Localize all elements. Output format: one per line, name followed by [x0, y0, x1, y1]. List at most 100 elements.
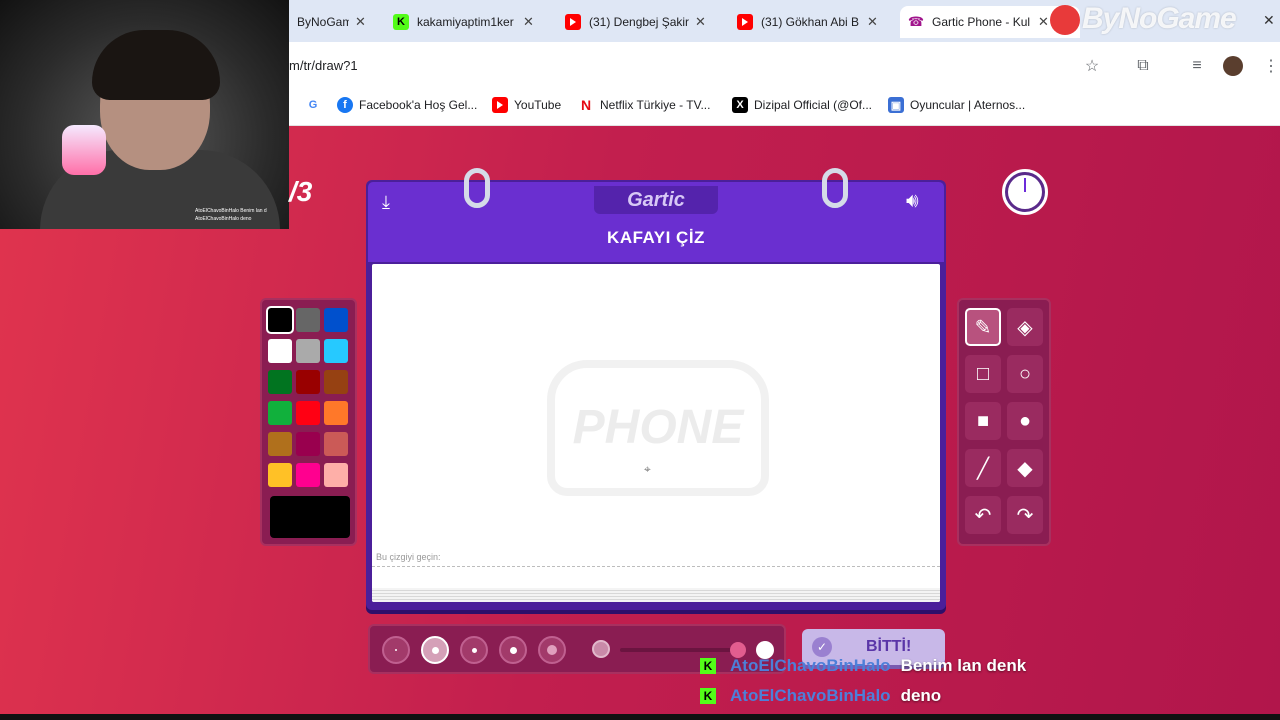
color-swatch[interactable]	[268, 463, 292, 487]
circle-fill-icon[interactable]: ●	[1007, 402, 1043, 440]
address-bar: m/tr/draw?1 ☆ ⧉ ≡ ⋮	[289, 42, 1280, 88]
color-palette	[260, 298, 357, 546]
color-swatch[interactable]	[324, 339, 348, 363]
bookmark-google[interactable]: G	[305, 97, 327, 113]
extensions-icon[interactable]: ⧉	[1133, 56, 1153, 76]
close-icon[interactable]: ✕	[867, 14, 878, 30]
timer	[1002, 169, 1048, 215]
bookmark-youtube[interactable]: YouTube	[492, 97, 561, 113]
google-icon: G	[308, 99, 318, 111]
color-swatch[interactable]	[324, 432, 348, 456]
microphone-icon	[62, 125, 106, 175]
color-swatch[interactable]	[296, 339, 320, 363]
page-edge	[372, 588, 940, 602]
bookmark-facebook[interactable]: f Facebook'a Hoş Gel...	[337, 97, 477, 113]
color-swatch[interactable]	[266, 306, 294, 334]
tab-label: ByNoGam	[297, 15, 349, 29]
tab-youtube-2[interactable]: (31) Gökhan Abi B ✕	[729, 6, 886, 38]
color-swatch[interactable]	[296, 308, 320, 332]
webcam-chat-line: AtoElChavoBinHalo Benim lan d	[195, 208, 267, 214]
streamer-hair	[92, 30, 220, 100]
chat-message: K AtoElChavoBinHalo deno	[700, 686, 941, 706]
color-swatch[interactable]	[296, 401, 320, 425]
tab-youtube-1[interactable]: (31) Dengbej Şakir ✕	[557, 6, 714, 38]
color-swatch[interactable]	[324, 463, 348, 487]
volume-icon[interactable]: 🔊︎	[906, 190, 919, 213]
color-swatch[interactable]	[268, 432, 292, 456]
color-swatch[interactable]	[324, 308, 348, 332]
color-swatch[interactable]	[268, 401, 292, 425]
square-fill-icon[interactable]: ■	[965, 402, 1001, 440]
bynogame-watermark: ByNoGame	[1050, 2, 1237, 36]
brush-size-2[interactable]	[421, 636, 449, 664]
square-outline-icon[interactable]: □	[965, 355, 1001, 393]
youtube-icon	[737, 14, 753, 30]
color-swatch[interactable]	[268, 339, 292, 363]
tab-label: Gartic Phone - Kul	[932, 15, 1031, 29]
close-icon[interactable]: ✕	[695, 14, 706, 30]
chat-text: deno	[900, 686, 942, 705]
brush-size-1[interactable]	[382, 636, 410, 664]
bookmarks-bar: G f Facebook'a Hoş Gel... YouTube N Netf…	[289, 88, 1280, 126]
webcam-chat-line: AtoElChavoBinHalo deno	[195, 216, 252, 222]
bookmark-label: Netflix Türkiye - TV...	[600, 98, 711, 112]
tab-label: (31) Dengbej Şakir	[589, 15, 689, 29]
brush-size-3[interactable]	[460, 636, 488, 664]
tab-label: kakamiyaptim1ker	[417, 15, 514, 29]
webcam-overlay: AtoElChavoBinHalo Benim lan d AtoElChavo…	[0, 0, 289, 229]
bookmark-dizipal[interactable]: X Dizipal Official (@Of...	[732, 97, 872, 113]
chat-text: Benim lan denk	[900, 656, 1027, 675]
pencil-icon[interactable]: ✎	[965, 308, 1001, 346]
url-text[interactable]: m/tr/draw?1	[289, 58, 358, 73]
clock-icon	[1008, 175, 1042, 209]
color-swatch[interactable]	[296, 370, 320, 394]
x-icon: X	[732, 97, 748, 113]
undo-icon[interactable]: ↶	[965, 496, 1001, 534]
avatar[interactable]	[1223, 56, 1243, 76]
bucket-icon[interactable]: ◆	[1007, 449, 1043, 487]
close-icon[interactable]: ✕	[355, 14, 366, 30]
check-icon: ✓	[812, 637, 832, 657]
close-icon[interactable]: ✕	[523, 14, 534, 30]
redo-icon[interactable]: ↷	[1007, 496, 1043, 534]
youtube-icon	[492, 97, 508, 113]
gartic-phone-watermark: PHONE	[547, 360, 769, 496]
color-swatch[interactable]	[268, 370, 292, 394]
bynogame-logo-icon	[1050, 5, 1080, 36]
eraser-icon[interactable]: ◈	[1007, 308, 1043, 346]
tab-kick[interactable]: K kakamiyaptim1ker ✕	[385, 6, 542, 38]
webcam-chat: AtoElChavoBinHalo Benim lan d AtoElChavo…	[195, 207, 267, 223]
color-swatch[interactable]	[324, 370, 348, 394]
bookmark-label: Oyuncular | Aternos...	[910, 98, 1026, 112]
tab-label: (31) Gökhan Abi B	[761, 15, 860, 29]
youtube-icon	[565, 14, 581, 30]
star-icon[interactable]: ☆	[1082, 56, 1102, 76]
color-swatch[interactable]	[296, 463, 320, 487]
media-icon[interactable]: ≡	[1187, 56, 1207, 76]
close-icon[interactable]: ✕	[1038, 14, 1049, 30]
brush-size-4[interactable]	[499, 636, 527, 664]
color-swatch[interactable]	[324, 401, 348, 425]
drawing-notebook: Gartic ⤓ 🔊︎ KAFAYI ÇİZ PHONE ⌖ Bu çizgiy…	[366, 168, 946, 610]
crosshair-cursor-icon: ⌖	[644, 462, 651, 476]
chat-username: AtoElChavoBinHalo	[730, 656, 891, 675]
opacity-slider-track[interactable]	[620, 648, 740, 652]
bookmark-aternos[interactable]: ▣ Oyuncular | Aternos...	[888, 97, 1025, 113]
opacity-slider-thumb[interactable]	[592, 640, 610, 658]
chat-username: AtoElChavoBinHalo	[730, 686, 891, 705]
current-color	[270, 496, 350, 538]
download-icon[interactable]: ⤓	[382, 192, 390, 213]
taskbar-strip	[0, 714, 1280, 720]
kick-icon: K	[700, 658, 716, 674]
prompt-title: KAFAYI ÇİZ	[607, 228, 705, 247]
brush-size-5[interactable]	[538, 636, 566, 664]
drawing-canvas[interactable]: PHONE ⌖ Bu çizgiyi geçin:	[372, 264, 940, 602]
bookmark-netflix[interactable]: N Netflix Türkiye - TV...	[578, 97, 711, 113]
netflix-icon: N	[580, 97, 592, 113]
menu-icon[interactable]: ⋮	[1261, 56, 1280, 76]
maximize-icon[interactable]: ✕	[1263, 12, 1275, 29]
circle-outline-icon[interactable]: ○	[1007, 355, 1043, 393]
line-icon[interactable]: ╱	[965, 449, 1001, 487]
tab-bynogame[interactable]: ByNoGam ✕	[289, 6, 374, 38]
color-swatch[interactable]	[296, 432, 320, 456]
